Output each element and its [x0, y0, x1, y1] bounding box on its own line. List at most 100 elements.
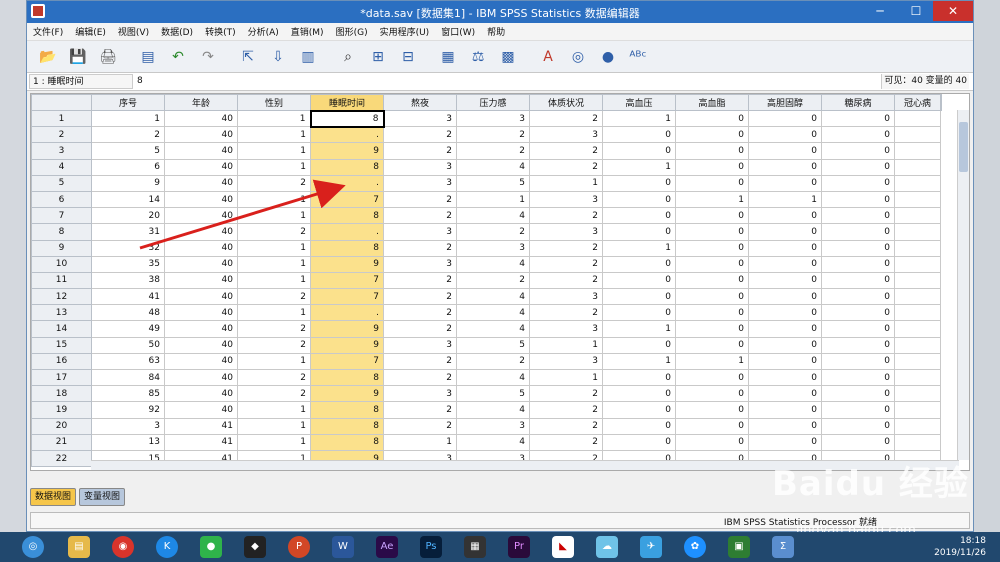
menu-item-7[interactable]: 图形(G): [336, 25, 368, 38]
chat-app-icon[interactable]: ☁: [596, 536, 618, 558]
data-cell[interactable]: 0: [821, 109, 895, 128]
data-cell[interactable]: 2: [529, 239, 603, 257]
data-cell[interactable]: 2: [383, 304, 457, 322]
data-cell[interactable]: 1: [237, 401, 311, 419]
data-cell[interactable]: 40: [164, 304, 238, 322]
data-cell[interactable]: 2: [237, 223, 311, 241]
data-cell[interactable]: 0: [821, 190, 895, 209]
data-cell[interactable]: 0: [748, 352, 822, 371]
data-cell[interactable]: 0: [748, 401, 822, 419]
data-cell[interactable]: 0: [602, 417, 676, 435]
insert-variable-icon[interactable]: ⊟: [395, 45, 421, 69]
data-cell[interactable]: 38: [91, 271, 165, 290]
data-cell[interactable]: 3: [383, 385, 457, 403]
data-cell[interactable]: 2: [383, 126, 457, 144]
data-cell[interactable]: 2: [237, 174, 311, 192]
row-number[interactable]: 4: [31, 158, 92, 176]
data-cell[interactable]: 1: [237, 207, 311, 225]
data-cell[interactable]: 2: [237, 288, 311, 306]
netease-music-icon[interactable]: ◉: [112, 536, 134, 558]
column-header[interactable]: 糖尿病: [821, 94, 895, 111]
menu-item-1[interactable]: 编辑(E): [75, 25, 106, 38]
data-cell[interactable]: 40: [164, 368, 238, 387]
data-cell[interactable]: 0: [821, 158, 895, 176]
data-cell[interactable]: 0: [821, 433, 895, 451]
row-number[interactable]: 21: [31, 433, 92, 451]
value-labels-icon[interactable]: A: [535, 45, 561, 69]
video-player-icon[interactable]: ▦: [464, 536, 486, 558]
data-cell[interactable]: 2: [383, 142, 457, 160]
data-cell[interactable]: 1: [237, 271, 311, 290]
data-cell[interactable]: 2: [383, 190, 457, 209]
save-icon[interactable]: 💾: [65, 45, 91, 69]
data-cell[interactable]: 40: [164, 255, 238, 273]
dingtalk-icon[interactable]: ✈: [640, 536, 662, 558]
data-cell[interactable]: 4: [456, 255, 530, 273]
data-cell[interactable]: [894, 320, 941, 338]
column-header[interactable]: [940, 94, 942, 111]
data-cell[interactable]: 1: [237, 417, 311, 435]
spell-icon[interactable]: ᴬᴮᶜ: [625, 45, 651, 69]
data-cell[interactable]: 0: [748, 207, 822, 225]
find-icon[interactable]: ⌕: [335, 45, 361, 69]
data-cell[interactable]: 3: [383, 336, 457, 354]
powerpoint-icon[interactable]: P: [288, 536, 310, 558]
data-cell[interactable]: 1: [237, 126, 311, 144]
data-cell[interactable]: 8: [310, 239, 384, 257]
data-cell[interactable]: 0: [821, 207, 895, 225]
select-cases-icon[interactable]: ▩: [495, 45, 521, 69]
data-cell[interactable]: 35: [91, 255, 165, 273]
data-cell[interactable]: 1: [748, 190, 822, 209]
data-cell[interactable]: 0: [675, 336, 749, 354]
data-cell[interactable]: .: [310, 174, 384, 192]
menu-item-4[interactable]: 转换(T): [205, 25, 236, 38]
data-cell[interactable]: 0: [602, 207, 676, 225]
data-cell[interactable]: 0: [675, 288, 749, 306]
data-cell[interactable]: [894, 417, 941, 435]
data-cell[interactable]: 3: [383, 174, 457, 192]
cloud-app-icon[interactable]: ✿: [684, 536, 706, 558]
open-icon[interactable]: 📂: [35, 45, 61, 69]
data-cell[interactable]: 4: [456, 304, 530, 322]
data-cell[interactable]: 0: [821, 352, 895, 371]
data-cell[interactable]: [894, 368, 941, 387]
column-header[interactable]: 熬夜: [383, 94, 457, 111]
insert-cases-icon[interactable]: ⊞: [365, 45, 391, 69]
wechat-icon[interactable]: ●: [200, 536, 222, 558]
data-cell[interactable]: 0: [675, 239, 749, 257]
data-cell[interactable]: 3: [529, 288, 603, 306]
data-cell[interactable]: 1: [237, 304, 311, 322]
data-cell[interactable]: 3: [383, 255, 457, 273]
maximize-button[interactable]: ☐: [899, 1, 933, 21]
column-header[interactable]: 高胆固醇: [748, 94, 822, 111]
data-cell[interactable]: [894, 255, 941, 273]
data-cell[interactable]: 7: [310, 288, 384, 306]
menu-item-9[interactable]: 窗口(W): [441, 25, 475, 38]
data-cell[interactable]: 0: [748, 304, 822, 322]
data-cell[interactable]: 40: [164, 239, 238, 257]
data-cell[interactable]: 0: [748, 223, 822, 241]
row-number[interactable]: 12: [31, 288, 92, 306]
data-cell[interactable]: [894, 288, 941, 306]
column-header[interactable]: 睡眠时间: [310, 94, 384, 111]
data-cell[interactable]: 2: [456, 223, 530, 241]
column-header[interactable]: 高血脂: [675, 94, 749, 111]
data-cell[interactable]: 4: [456, 433, 530, 451]
data-cell[interactable]: 2: [456, 271, 530, 290]
data-cell[interactable]: 2: [529, 109, 603, 128]
data-cell[interactable]: 2: [237, 368, 311, 387]
data-cell[interactable]: 0: [748, 239, 822, 257]
data-cell[interactable]: 7: [310, 352, 384, 371]
data-cell[interactable]: 0: [821, 255, 895, 273]
column-header[interactable]: 体质状况: [529, 94, 603, 111]
data-cell[interactable]: 0: [821, 126, 895, 144]
data-cell[interactable]: 0: [675, 158, 749, 176]
data-cell[interactable]: 0: [748, 271, 822, 290]
data-cell[interactable]: 2: [237, 320, 311, 338]
data-cell[interactable]: 1: [675, 190, 749, 209]
row-number[interactable]: 2: [31, 126, 92, 144]
data-cell[interactable]: 2: [383, 417, 457, 435]
row-number[interactable]: 14: [31, 320, 92, 338]
data-cell[interactable]: 3: [383, 223, 457, 241]
data-cell[interactable]: 40: [164, 174, 238, 192]
